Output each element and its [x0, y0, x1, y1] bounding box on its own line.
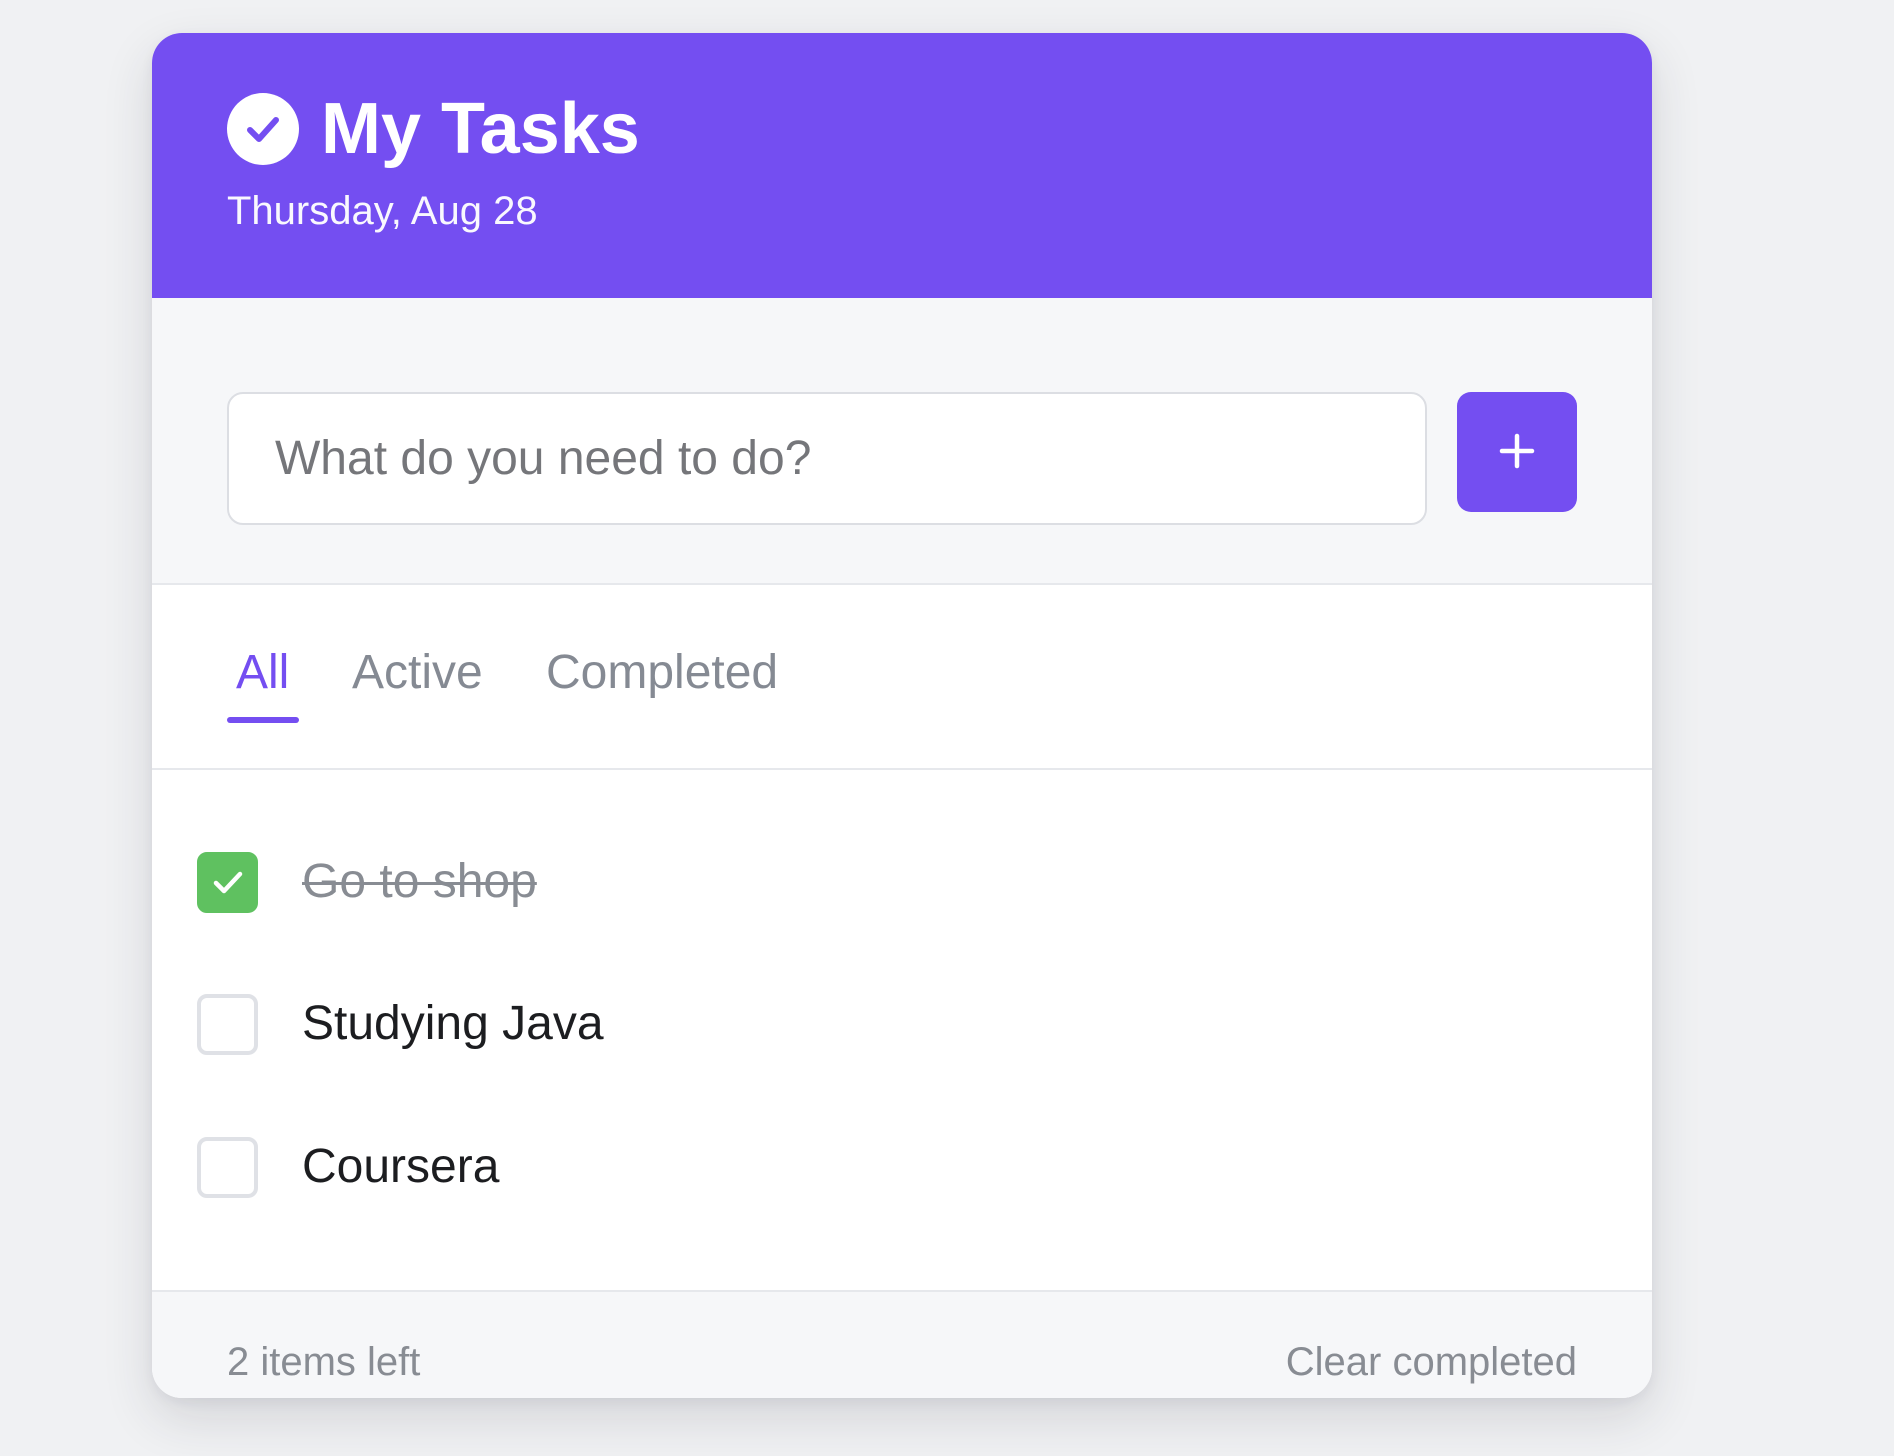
page-title: My Tasks [321, 89, 640, 169]
new-task-section [152, 298, 1652, 585]
footer: 2 items left Clear completed [152, 1290, 1652, 1398]
task-list: Go to shop Studying Java Coursera [152, 770, 1652, 1292]
title-row: My Tasks [227, 93, 640, 165]
list-item: Coursera [197, 1136, 1597, 1198]
list-item: Go to shop [197, 851, 1597, 913]
items-left-count: 2 items left [227, 1340, 421, 1384]
filter-tabs: All Active Completed [152, 585, 1652, 770]
task-label: Go to shop [302, 855, 537, 908]
tab-completed[interactable]: Completed [546, 649, 778, 697]
new-task-input[interactable] [227, 392, 1427, 525]
header: My Tasks Thursday, Aug 28 [152, 33, 1652, 298]
task-label: Coursera [302, 1140, 500, 1193]
plus-icon [1497, 431, 1537, 474]
task-checkbox-checked[interactable] [197, 851, 258, 913]
clear-completed-button[interactable]: Clear completed [1286, 1342, 1577, 1382]
task-checkbox[interactable] [197, 993, 258, 1055]
add-task-button[interactable] [1457, 392, 1577, 512]
tab-all[interactable]: All [236, 649, 289, 697]
current-date: Thursday, Aug 28 [227, 189, 538, 233]
list-item: Studying Java [197, 993, 1597, 1055]
task-checkbox[interactable] [197, 1136, 258, 1198]
task-label: Studying Java [302, 997, 604, 1050]
check-circle-icon [227, 93, 299, 165]
check-icon [213, 871, 242, 894]
active-tab-indicator [227, 717, 299, 723]
tab-active[interactable]: Active [352, 649, 483, 697]
todo-card: My Tasks Thursday, Aug 28 All Active Com… [152, 33, 1652, 1398]
